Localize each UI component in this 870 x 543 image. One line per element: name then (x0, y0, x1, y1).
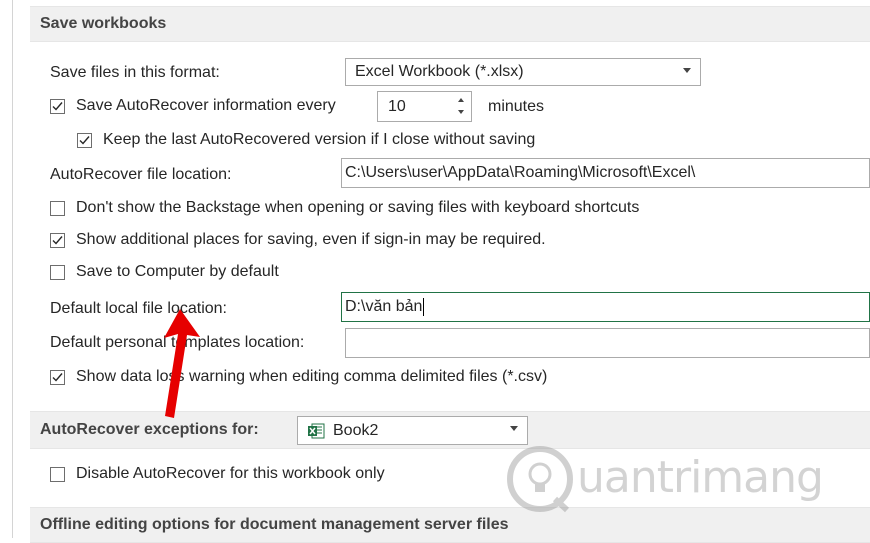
lightbulb-logo-icon (507, 446, 573, 513)
data-loss-row: Show data loss warning when editing comm… (50, 366, 547, 388)
autorecover-location-input[interactable]: C:\Users\user\AppData\Roaming\Microsoft\… (341, 158, 870, 188)
excel-icon (308, 423, 325, 438)
checkmark-icon (52, 101, 63, 111)
save-workbooks-title: Save workbooks (40, 15, 167, 32)
autorecover-checkbox[interactable] (50, 98, 65, 114)
save-to-computer-row: Save to Computer by default (50, 261, 279, 283)
disable-autorecover-label: Disable AutoRecover for this workbook on… (76, 465, 385, 482)
keep-last-row: Keep the last AutoRecovered version if I… (77, 129, 535, 151)
save-to-computer-checkbox[interactable] (50, 264, 65, 280)
quantrimang-watermark: uantrimang (505, 444, 835, 514)
format-select[interactable]: Excel Workbook (*.xlsx) (345, 58, 701, 86)
dont-show-backstage-checkbox[interactable] (50, 200, 65, 216)
text-caret (423, 298, 425, 316)
minutes-label: minutes (488, 98, 545, 115)
show-additional-row: Show additional places for saving, even … (50, 229, 546, 251)
workbook-select[interactable]: Book2 (297, 416, 528, 445)
chevron-down-icon (510, 426, 518, 431)
disable-autorecover-checkbox[interactable] (50, 466, 65, 482)
format-row: Save files in this format: (50, 62, 220, 84)
autorecover-row: Save AutoRecover information every (50, 95, 336, 117)
keep-last-checkbox[interactable] (77, 132, 92, 148)
autorecover-location-label: AutoRecover file location: (50, 166, 232, 183)
disable-autorecover-row: Disable AutoRecover for this workbook on… (50, 463, 385, 485)
excel-options-save-panel: Save workbooks Save files in this format… (0, 0, 870, 543)
keep-last-label: Keep the last AutoRecovered version if I… (103, 131, 536, 148)
default-local-input[interactable]: D:\văn bản (341, 292, 870, 322)
data-loss-checkbox[interactable] (50, 369, 65, 385)
autorecover-label: Save AutoRecover information every (76, 97, 336, 114)
save-workbooks-header: Save workbooks (30, 6, 870, 42)
format-select-value: Excel Workbook (*.xlsx) (355, 63, 524, 80)
show-additional-checkbox[interactable] (50, 232, 65, 248)
autorecover-minutes-value: 10 (388, 97, 406, 115)
checkmark-icon (52, 235, 63, 245)
dont-show-backstage-label: Don't show the Backstage when opening or… (76, 199, 640, 216)
spin-down-icon[interactable] (458, 110, 464, 114)
default-templates-input[interactable] (345, 328, 870, 358)
autorecover-location-row: AutoRecover file location: (50, 164, 231, 186)
red-arrow-annotation (164, 309, 200, 418)
checkmark-icon (52, 372, 63, 382)
autorecover-location-value: C:\Users\user\AppData\Roaming\Microsoft\… (345, 164, 696, 181)
save-to-computer-label: Save to Computer by default (76, 263, 279, 280)
data-loss-label: Show data loss warning when editing comm… (76, 368, 548, 385)
panel-left-border (12, 0, 13, 538)
show-additional-label: Show additional places for saving, even … (76, 231, 546, 248)
watermark-text: uantrimang (577, 452, 824, 503)
spin-up-icon[interactable] (458, 98, 464, 102)
checkmark-icon (79, 135, 90, 145)
autorecover-minutes-spinner[interactable]: 10 (377, 91, 472, 122)
offline-editing-title: Offline editing options for document man… (40, 516, 509, 533)
chevron-down-icon (683, 68, 691, 73)
spinner-buttons[interactable] (457, 95, 467, 119)
workbook-select-value: Book2 (333, 421, 379, 439)
default-local-value: D:\văn bản (345, 298, 423, 315)
autorecover-exceptions-title: AutoRecover exceptions for: (40, 421, 259, 438)
format-label: Save files in this format: (50, 64, 220, 81)
minutes-label-row: minutes (488, 96, 544, 118)
dont-show-backstage-row: Don't show the Backstage when opening or… (50, 197, 639, 219)
